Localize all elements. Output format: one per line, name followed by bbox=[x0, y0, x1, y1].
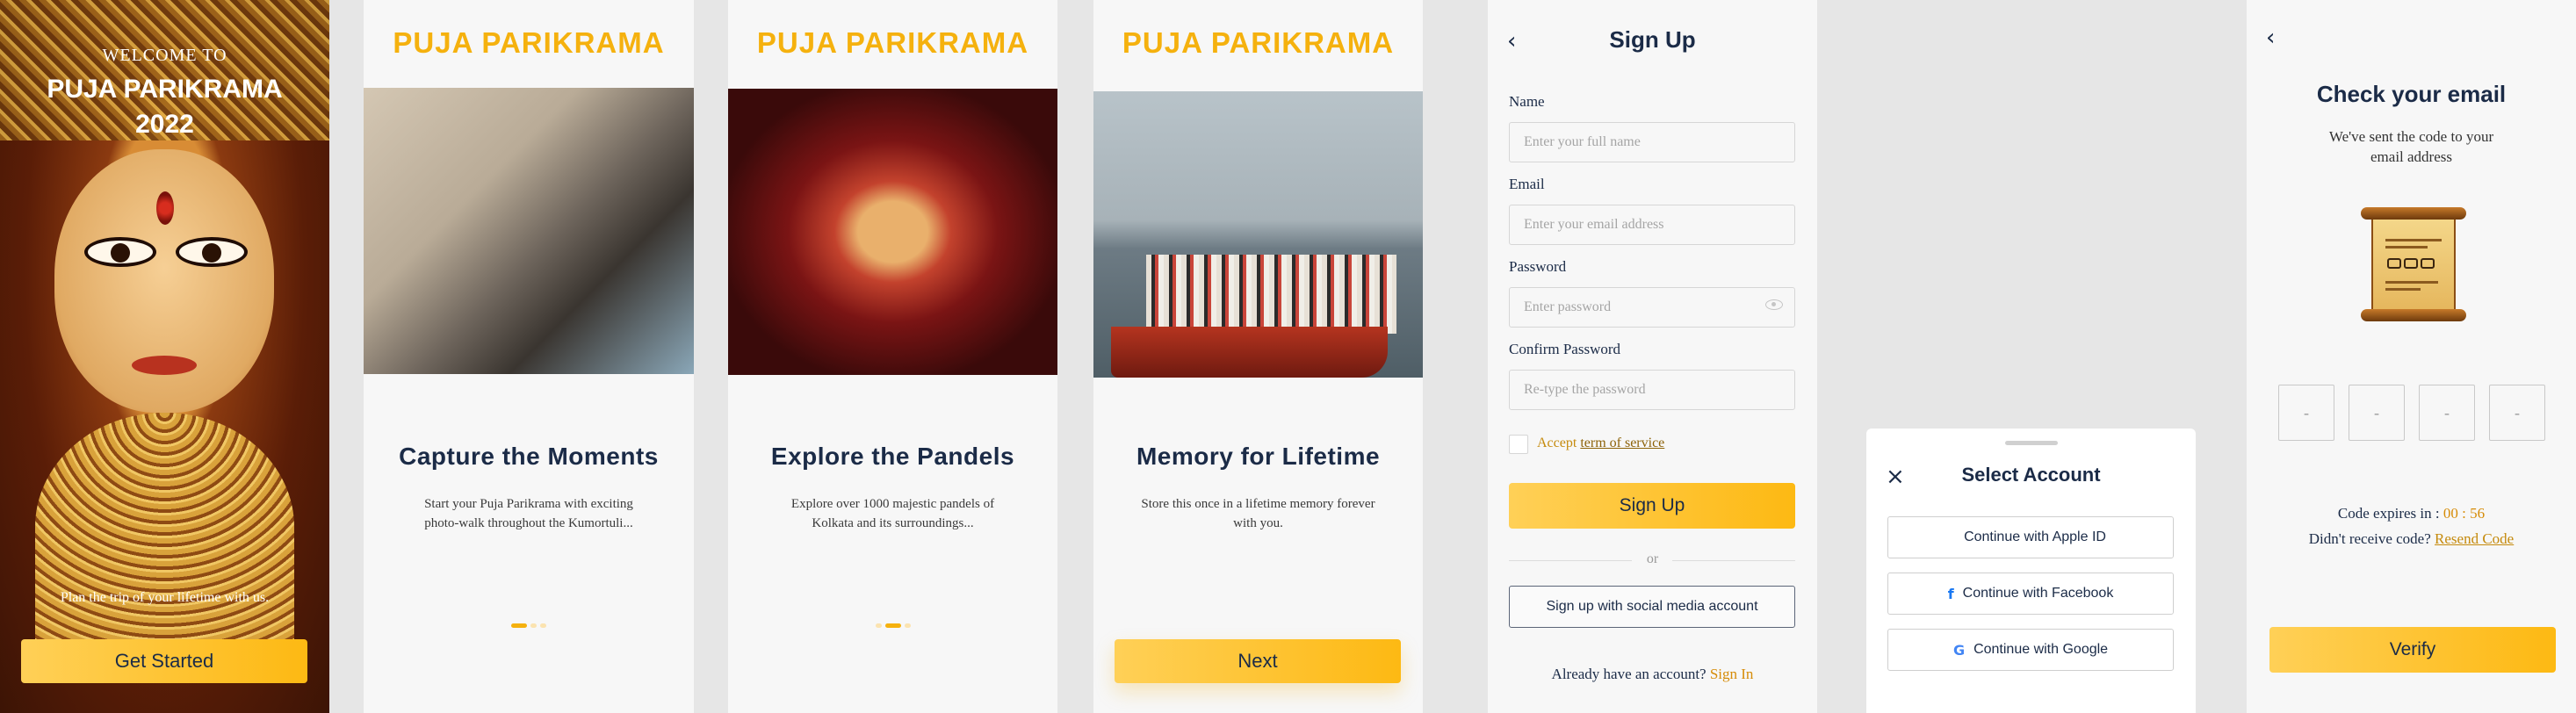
scroll-text-line bbox=[2385, 246, 2428, 248]
otp-digit-2[interactable]: - bbox=[2349, 385, 2405, 441]
splash-title-line2: 2022 bbox=[135, 110, 194, 139]
verify-subtitle: We've sent the code to your email addres… bbox=[2328, 128, 2494, 165]
sheet-drag-handle[interactable] bbox=[2005, 441, 2058, 445]
onboarding-screen-1: PUJA PARIKRAMA Capture the Moments Start… bbox=[364, 0, 694, 713]
page-dot-1 bbox=[511, 623, 527, 628]
verify-email-screen: ‹ Check your email We've sent the code t… bbox=[2247, 0, 2576, 713]
continue-facebook-button[interactable]: f Continue with Facebook bbox=[1887, 573, 2174, 615]
scroll-illustration-icon bbox=[2361, 207, 2466, 321]
splash-title: PUJA PARIKRAMA 2022 bbox=[0, 72, 329, 142]
page-indicator bbox=[728, 623, 1057, 628]
onboarding-description: Start your Puja Parikrama with exciting … bbox=[424, 497, 633, 530]
verify-button[interactable]: Verify bbox=[2269, 627, 2556, 673]
show-password-eye-icon[interactable] bbox=[1765, 299, 1783, 310]
scroll-rod-bottom bbox=[2361, 309, 2466, 321]
continue-facebook-label: Continue with Facebook bbox=[1962, 586, 2114, 601]
onboarding-title: Memory for Lifetime bbox=[1136, 443, 1381, 470]
password-field[interactable] bbox=[1509, 287, 1795, 328]
onboarding-title: Capture the Moments bbox=[399, 443, 659, 470]
brand-logo-text: PUJA PARIKRAMA bbox=[756, 26, 1029, 59]
name-field[interactable] bbox=[1509, 122, 1795, 162]
page-dot-3 bbox=[904, 623, 911, 628]
no-code-text: Didn't receive code? bbox=[2308, 530, 2431, 547]
river-boat-photo bbox=[1093, 91, 1423, 378]
page-indicator bbox=[364, 623, 694, 628]
scroll-code-cells bbox=[2387, 258, 2435, 269]
boat bbox=[1111, 327, 1388, 378]
scroll-text-line bbox=[2385, 239, 2442, 241]
or-text: or bbox=[1646, 551, 1659, 566]
next-button[interactable]: Next bbox=[1115, 639, 1401, 683]
facebook-icon: f bbox=[1947, 585, 1954, 602]
brand-logo-text: PUJA PARIKRAMA bbox=[393, 26, 665, 59]
bindi bbox=[156, 191, 174, 225]
page-dot-3 bbox=[540, 623, 546, 628]
continue-apple-label: Continue with Apple ID bbox=[1964, 529, 2106, 544]
lips bbox=[132, 356, 197, 375]
page-title: Check your email bbox=[2316, 81, 2507, 107]
back-arrow-icon[interactable]: ‹ bbox=[2266, 25, 2275, 51]
splash-tagline: Plan the trip of your lifetime with us. bbox=[60, 590, 270, 605]
necklace-ornament bbox=[35, 413, 294, 641]
scroll-rod-top bbox=[2361, 207, 2466, 220]
scroll-text-line bbox=[2385, 288, 2421, 291]
expiry-label: Code expires in : bbox=[2337, 505, 2440, 522]
expiry-timer: 00 : 56 bbox=[2443, 505, 2486, 522]
welcome-text: WELCOME TO bbox=[102, 46, 227, 65]
otp-digit-3[interactable]: - bbox=[2419, 385, 2475, 441]
signup-screen: ‹ Sign Up Name Email Password Confirm Pa… bbox=[1488, 0, 1817, 713]
signin-link[interactable]: Sign In bbox=[1710, 666, 1754, 682]
continue-apple-button[interactable]: Continue with Apple ID bbox=[1887, 516, 2174, 558]
signin-prompt: Already have an account? Sign In bbox=[1488, 666, 1817, 683]
durga-idol-photo bbox=[728, 89, 1057, 375]
page-dot-2 bbox=[884, 623, 901, 628]
otp-digit-1[interactable]: - bbox=[2278, 385, 2334, 441]
terms-link[interactable]: term of service bbox=[1580, 436, 1664, 450]
onboarding-screen-2: PUJA PARIKRAMA Explore the Pandels Explo… bbox=[728, 0, 1057, 713]
select-account-sheet: × Select Account Continue with Apple ID … bbox=[1866, 429, 2196, 713]
page-title: Sign Up bbox=[1609, 26, 1696, 53]
get-started-button[interactable]: Get Started bbox=[21, 639, 307, 683]
email-field[interactable] bbox=[1509, 205, 1795, 245]
google-icon: G bbox=[1952, 641, 1966, 659]
resend-code-link[interactable]: Resend Code bbox=[2435, 530, 2514, 547]
scroll-text-line bbox=[2385, 281, 2438, 284]
password-label: Password bbox=[1509, 258, 1567, 275]
brand-logo-text: PUJA PARIKRAMA bbox=[1122, 26, 1395, 59]
confirm-password-field[interactable] bbox=[1509, 370, 1795, 410]
onboarding-screen-3: PUJA PARIKRAMA Memory for Lifetime Store… bbox=[1093, 0, 1423, 713]
onboarding-title: Explore the Pandels bbox=[770, 443, 1015, 470]
continue-google-button[interactable]: G Continue with Google bbox=[1887, 629, 2174, 671]
page-dot-2 bbox=[530, 623, 537, 628]
onboarding-description: Explore over 1000 majestic pandels of Ko… bbox=[790, 497, 995, 530]
onboarding-description: Store this once in a lifetime memory for… bbox=[1141, 497, 1375, 530]
code-expiry: Code expires in : 00 : 56 bbox=[2247, 505, 2576, 522]
splash-title-line1: PUJA PARIKRAMA bbox=[47, 75, 283, 104]
artisan-photo bbox=[364, 88, 694, 374]
splash-screen: WELCOME TO PUJA PARIKRAMA 2022 Plan the … bbox=[0, 0, 329, 713]
crowd-on-boat bbox=[1146, 255, 1396, 334]
email-label: Email bbox=[1509, 176, 1545, 192]
sheet-title: Select Account bbox=[1961, 464, 2101, 486]
terms-text: Accept term of service bbox=[1537, 436, 1664, 451]
continue-google-label: Continue with Google bbox=[1973, 642, 2109, 657]
page-dot-1 bbox=[875, 623, 882, 628]
have-account-text: Already have an account? bbox=[1551, 666, 1707, 682]
otp-digit-4[interactable]: - bbox=[2489, 385, 2545, 441]
terms-checkbox[interactable] bbox=[1509, 435, 1528, 454]
signup-button[interactable]: Sign Up bbox=[1509, 483, 1795, 529]
resend-prompt: Didn't receive code? Resend Code bbox=[2247, 530, 2576, 548]
right-eye bbox=[176, 237, 248, 267]
confirm-password-label: Confirm Password bbox=[1509, 341, 1621, 357]
social-signup-button[interactable]: Sign up with social media account bbox=[1509, 586, 1795, 628]
accept-label: Accept bbox=[1537, 436, 1577, 450]
name-label: Name bbox=[1509, 93, 1545, 110]
left-eye bbox=[84, 237, 156, 267]
